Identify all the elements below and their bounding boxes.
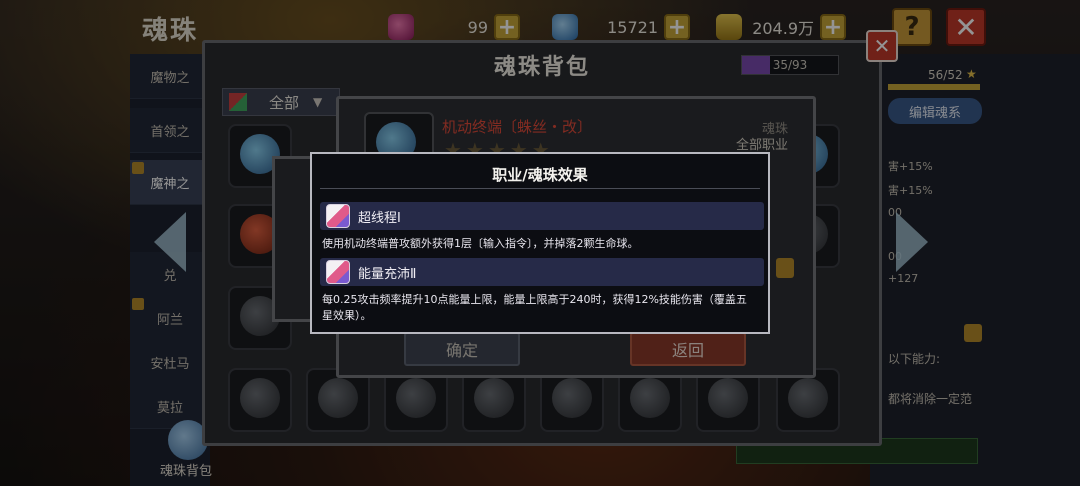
skill-icon bbox=[326, 204, 350, 228]
effect-modal: 职业/魂珠效果 超线程Ⅰ 使用机动终端普攻额外获得1层〔输入指令〕，并掉落2颗生… bbox=[310, 152, 770, 334]
effect-name: 超线程Ⅰ bbox=[358, 210, 401, 226]
effect-row: 能量充沛Ⅱ bbox=[320, 258, 764, 286]
skill-icon bbox=[326, 260, 350, 284]
modal-title: 职业/魂珠效果 bbox=[492, 166, 588, 184]
effect-name: 能量充沛Ⅱ bbox=[358, 266, 417, 282]
effect-row: 超线程Ⅰ bbox=[320, 202, 764, 230]
effect-description: 每0.25攻击频率提升10点能量上限，能量上限高于240时，获得12%技能伤害（… bbox=[322, 293, 747, 322]
divider bbox=[320, 188, 760, 189]
effect-description: 使用机动终端普攻额外获得1层〔输入指令〕，并掉落2颗生命球。 bbox=[322, 237, 639, 250]
